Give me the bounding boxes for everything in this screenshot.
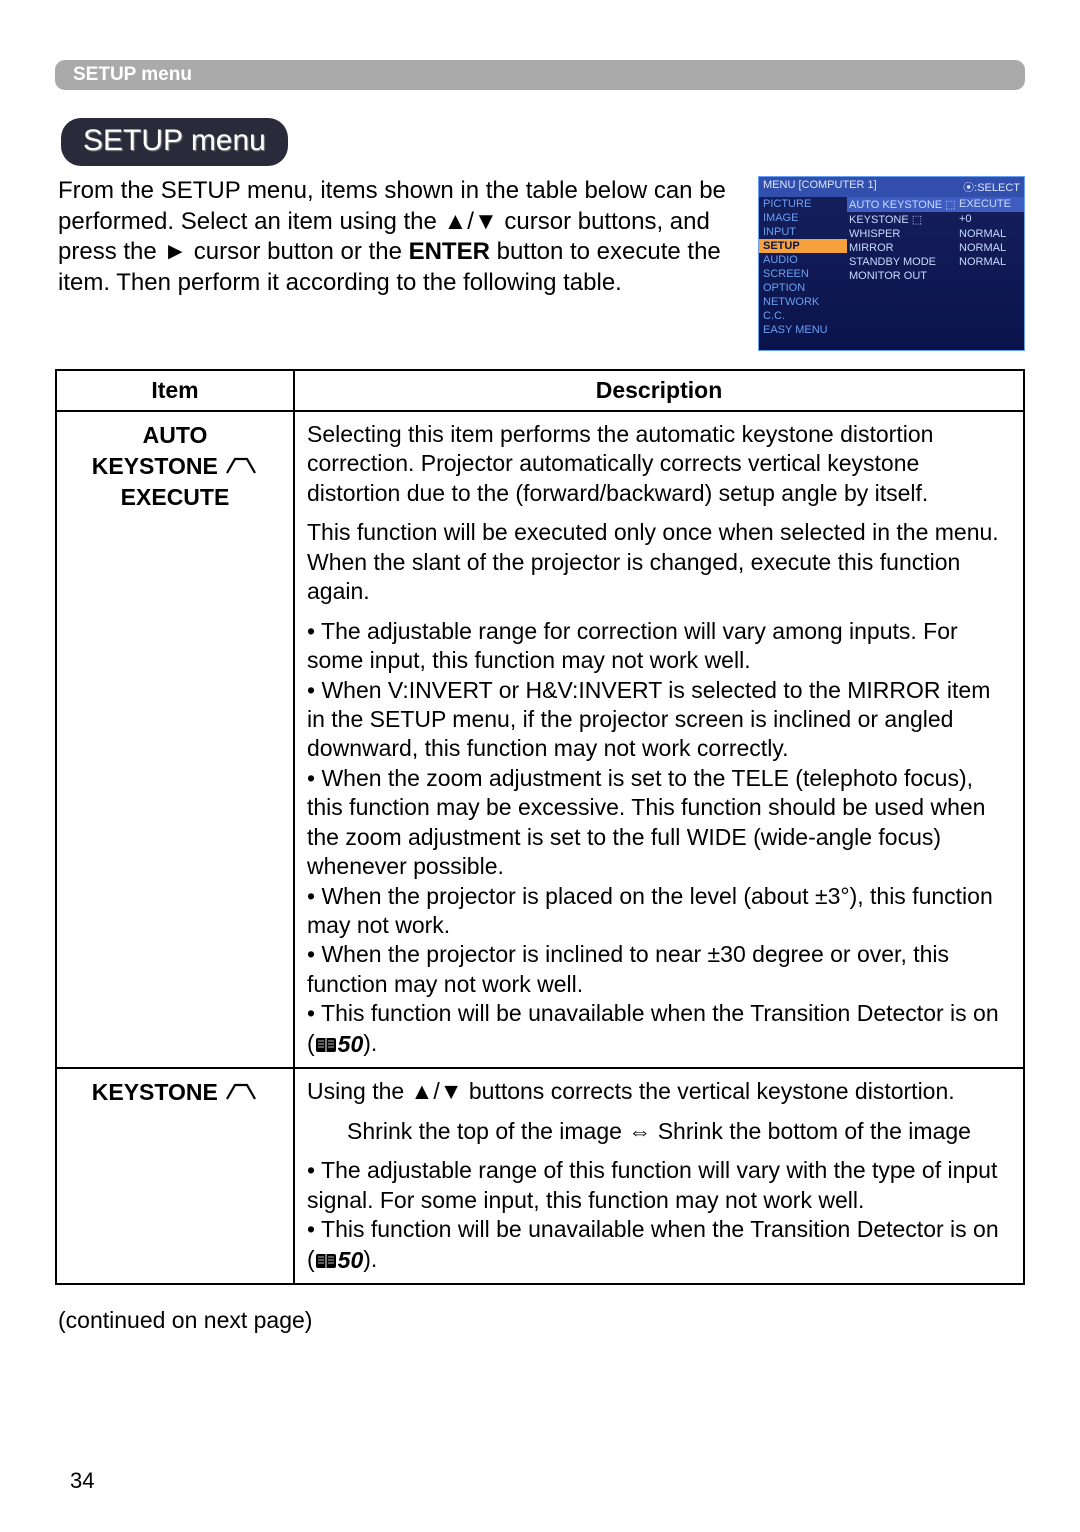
keystone-trapezoid-icon <box>224 456 258 476</box>
osd-right-panel: AUTO KEYSTONE ⬚EXECUTEKEYSTONE ⬚+0WHISPE… <box>847 197 1024 337</box>
osd-menu-item: SCREEN <box>759 267 847 281</box>
osd-title-right: ⦿:SELECT <box>963 179 1020 195</box>
osd-setting-name: AUTO KEYSTONE ⬚ <box>849 198 959 211</box>
intro-text: From the SETUP menu, items shown in the … <box>58 176 740 299</box>
osd-setting-row: MONITOR OUT <box>847 269 1024 283</box>
osd-setting-name: KEYSTONE ⬚ <box>849 213 959 226</box>
osd-menu-item: OPTION <box>759 281 847 295</box>
osd-titlebar: MENU [COMPUTER 1] ⦿:SELECT <box>759 177 1024 197</box>
osd-setting-name: STANDBY MODE <box>849 256 959 268</box>
osd-menu-item: NETWORK <box>759 295 847 309</box>
osd-menu-item: SETUP <box>759 239 847 253</box>
osd-setting-row: AUTO KEYSTONE ⬚EXECUTE <box>847 197 1024 212</box>
pill-label: SETUP menu <box>83 124 266 157</box>
osd-menu-item: IMAGE <box>759 211 847 225</box>
section-header-bar: SETUP menu <box>55 60 1025 90</box>
description-table: Item Description AUTOKEYSTONE EXECUTESel… <box>55 369 1025 1285</box>
item-cell: KEYSTONE <box>56 1068 294 1284</box>
osd-setting-row: KEYSTONE ⬚+0 <box>847 212 1024 227</box>
item-cell: AUTOKEYSTONE EXECUTE <box>56 411 294 1068</box>
description-paragraph: Selecting this item performs the automat… <box>307 420 1011 508</box>
description-cell: Using the ▲/▼ buttons corrects the verti… <box>294 1068 1024 1284</box>
osd-menu-item: EASY MENU <box>759 323 847 337</box>
book-ref-icon: 50 <box>315 1246 364 1275</box>
osd-setting-name: WHISPER <box>849 228 959 240</box>
description-paragraph: • The adjustable range for correction wi… <box>307 617 1011 1060</box>
setup-menu-pill: SETUP menu <box>61 118 288 166</box>
table-row: AUTOKEYSTONE EXECUTESelecting this item … <box>56 411 1024 1068</box>
osd-menu-item: PICTURE <box>759 197 847 211</box>
description-paragraph: Shrink the top of the image ⇔ Shrink the… <box>307 1117 1011 1146</box>
osd-title-left: MENU [COMPUTER 1] <box>763 179 877 195</box>
keystone-trapezoid-icon <box>224 1082 258 1102</box>
section-header-text: SETUP menu <box>73 64 192 85</box>
continued-note: (continued on next page) <box>58 1307 1025 1334</box>
osd-setting-row: MIRRORNORMAL <box>847 241 1024 255</box>
osd-setting-value: NORMAL <box>959 228 1006 240</box>
intro-row: From the SETUP menu, items shown in the … <box>55 176 1025 351</box>
table-row: KEYSTONE Using the ▲/▼ buttons corrects … <box>56 1068 1024 1284</box>
header-item: Item <box>56 370 294 411</box>
description-paragraph: • The adjustable range of this function … <box>307 1156 1011 1275</box>
page-number: 34 <box>70 1468 94 1494</box>
osd-setting-row: STANDBY MODENORMAL <box>847 255 1024 269</box>
osd-setting-name: MONITOR OUT <box>849 270 959 282</box>
osd-setting-row: WHISPERNORMAL <box>847 227 1024 241</box>
osd-menu-item: C.C. <box>759 309 847 323</box>
header-description: Description <box>294 370 1024 411</box>
osd-menu-item: AUDIO <box>759 253 847 267</box>
osd-left-menu: PICTUREIMAGEINPUTSETUPAUDIOSCREENOPTIONN… <box>759 197 847 337</box>
osd-setting-value: +0 <box>959 213 972 226</box>
osd-setting-name: MIRROR <box>849 242 959 254</box>
osd-body: PICTUREIMAGEINPUTSETUPAUDIOSCREENOPTIONN… <box>759 197 1024 337</box>
description-paragraph: Using the ▲/▼ buttons corrects the verti… <box>307 1077 1011 1106</box>
osd-screenshot: MENU [COMPUTER 1] ⦿:SELECT PICTUREIMAGEI… <box>758 176 1025 351</box>
osd-setting-value: NORMAL <box>959 242 1006 254</box>
osd-setting-value: NORMAL <box>959 256 1006 268</box>
description-paragraph: This function will be executed only once… <box>307 518 1011 606</box>
osd-setting-value: EXECUTE <box>959 198 1011 211</box>
osd-menu-item: INPUT <box>759 225 847 239</box>
description-cell: Selecting this item performs the automat… <box>294 411 1024 1068</box>
book-ref-icon: 50 <box>315 1030 364 1059</box>
